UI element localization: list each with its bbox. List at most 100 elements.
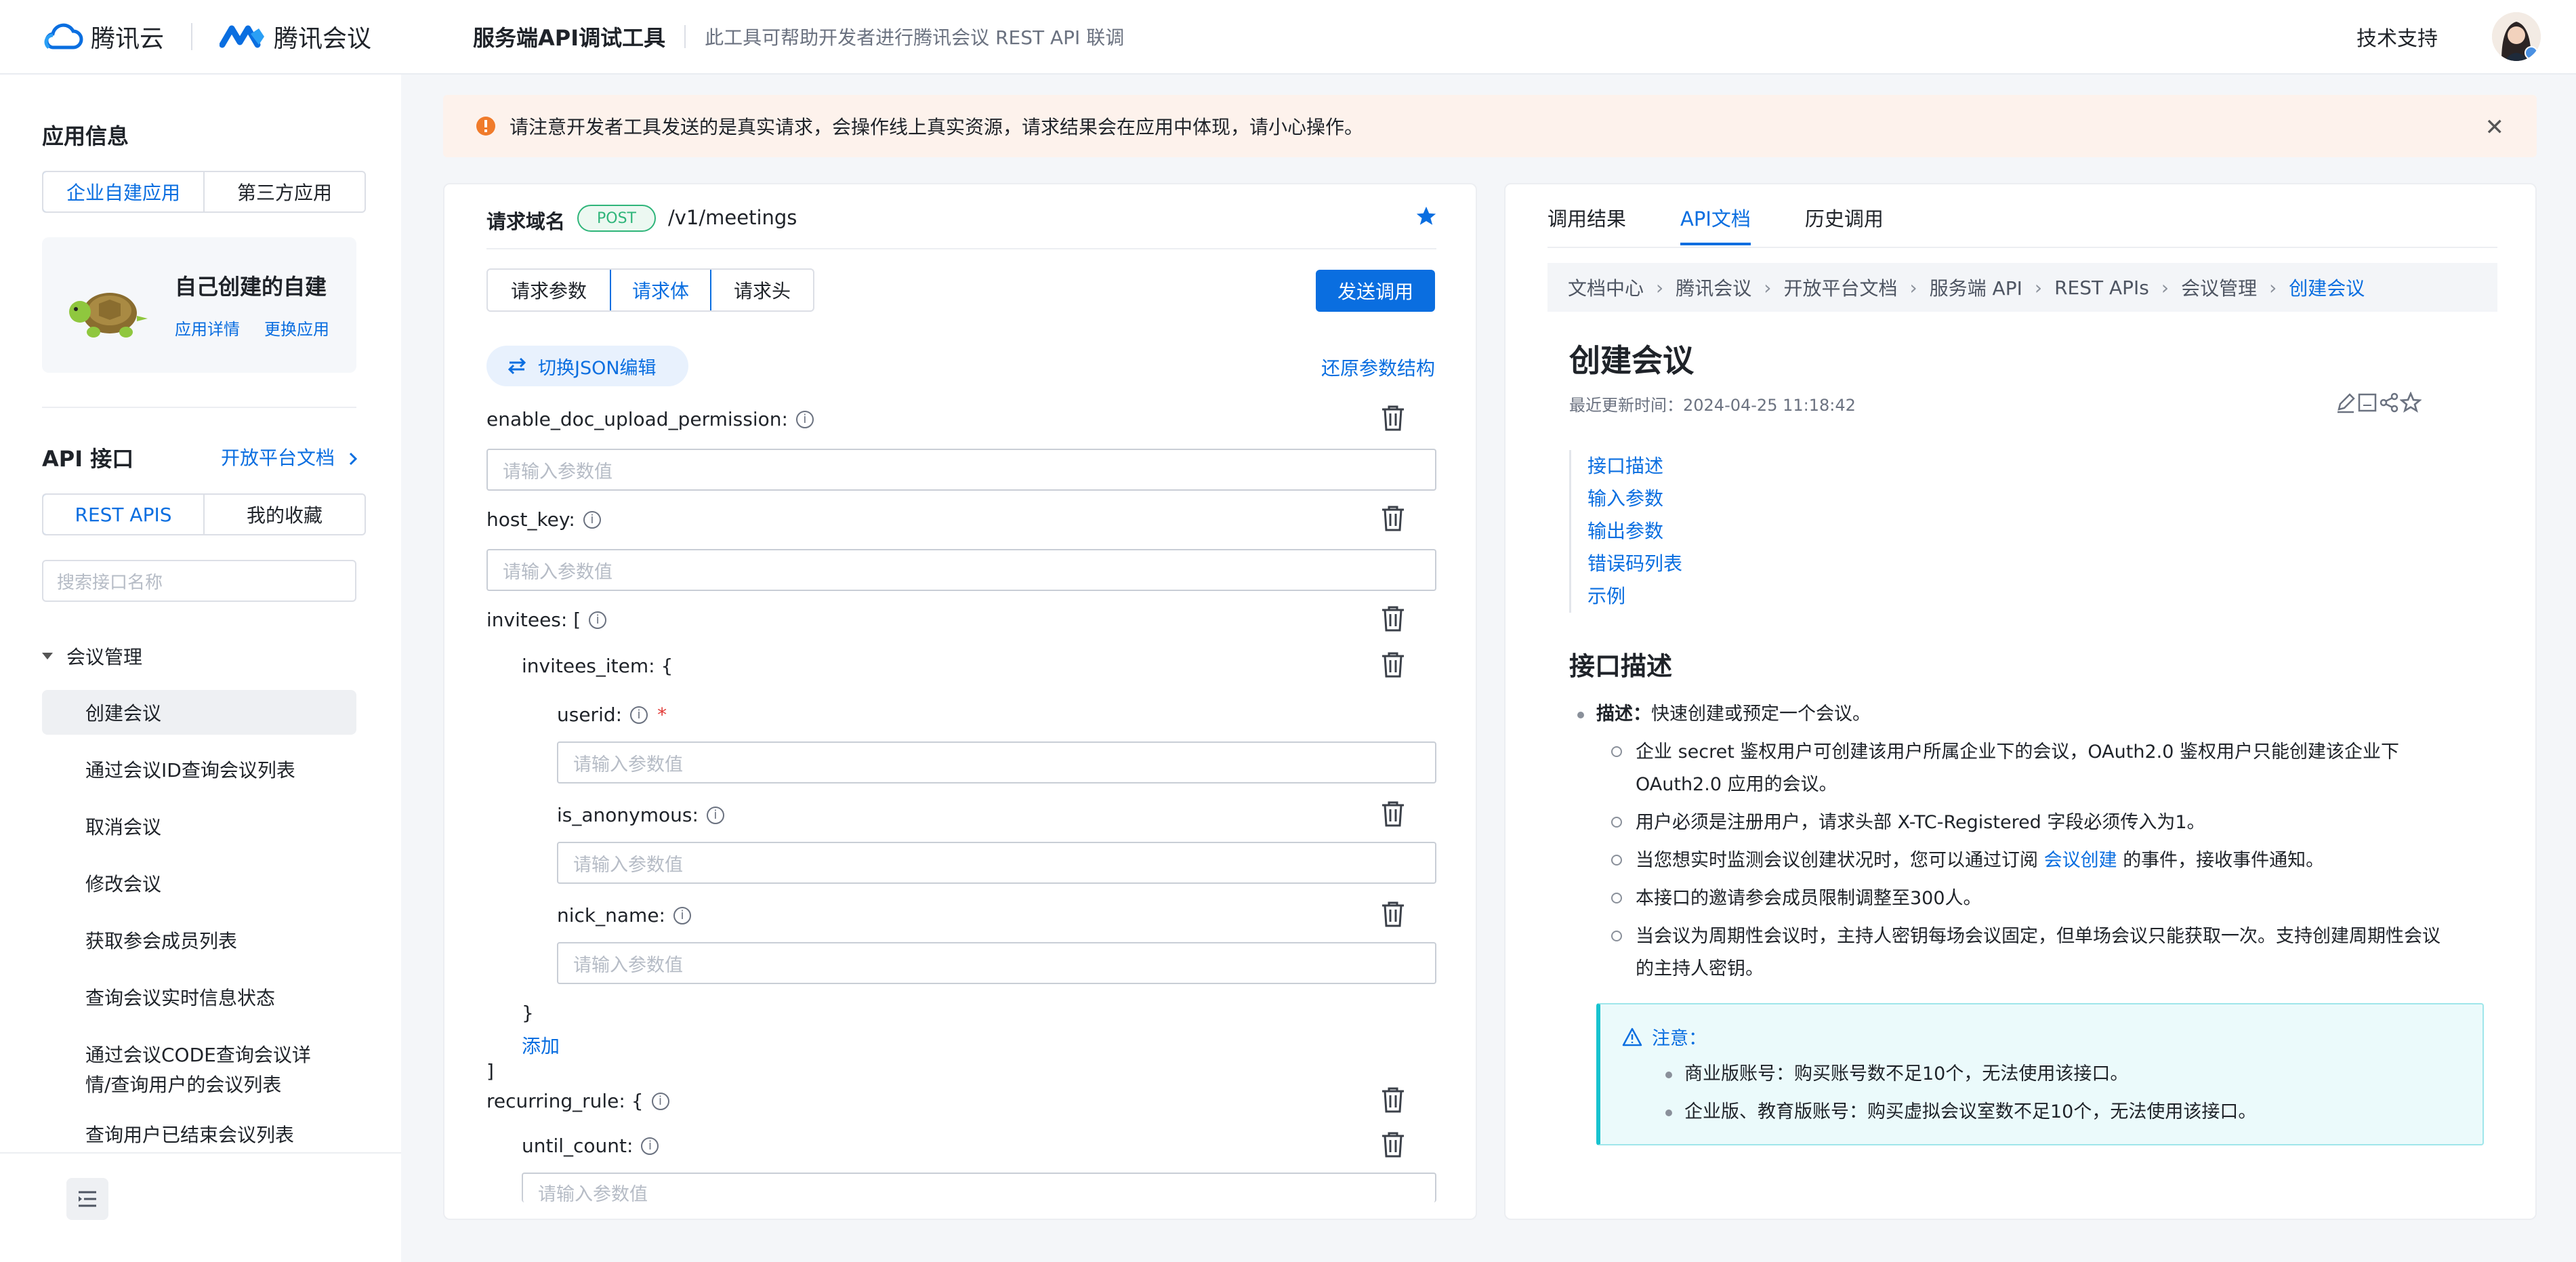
share-icon[interactable] bbox=[2378, 392, 2400, 413]
sidebar-item-create-meeting[interactable]: 创建会议 bbox=[42, 690, 356, 735]
trash-icon[interactable] bbox=[1379, 1131, 1407, 1159]
brand-divider bbox=[191, 23, 193, 50]
tab-request-headers[interactable]: 请求头 bbox=[711, 270, 813, 310]
app-info-title: 应用信息 bbox=[42, 123, 129, 149]
toc-item[interactable]: 输出参数 bbox=[1587, 515, 1682, 548]
alert-triangle-icon bbox=[1622, 1027, 1642, 1046]
desc-label: 描述： bbox=[1596, 704, 1651, 725]
tech-support-link[interactable]: 技术支持 bbox=[2356, 22, 2438, 52]
favorite-star-icon[interactable] bbox=[1415, 205, 1438, 228]
toc-item[interactable]: 接口描述 bbox=[1587, 450, 1682, 483]
change-app-link[interactable]: 更换应用 bbox=[264, 316, 329, 340]
trash-icon[interactable] bbox=[1379, 1086, 1407, 1114]
brand-tencent-meeting: 腾讯会议 bbox=[274, 25, 372, 53]
section-title: 接口描述 bbox=[1569, 651, 1673, 681]
trash-icon[interactable] bbox=[1379, 605, 1407, 633]
bullet-circle bbox=[1611, 854, 1622, 866]
platform-doc-link[interactable]: 开放平台文档 bbox=[221, 443, 360, 470]
tab-third-party-app[interactable]: 第三方应用 bbox=[203, 172, 365, 211]
host-key-input[interactable]: 请输入参数值 bbox=[486, 549, 1436, 591]
info-icon[interactable]: i bbox=[651, 1092, 669, 1110]
sidebar-item-query-by-id[interactable]: 通过会议ID查询会议列表 bbox=[42, 747, 356, 792]
app-card: 自己创建的自建 应用详情 更换应用 bbox=[42, 237, 356, 373]
send-request-button[interactable]: 发送调用 bbox=[1316, 270, 1435, 312]
desc-sub-text: 企业 secret 鉴权用户可创建该用户所属企业下的会议，OAuth2.0 鉴权… bbox=[1636, 741, 2399, 762]
sidebar-item-cancel-meeting[interactable]: 取消会议 bbox=[42, 804, 356, 849]
userid-input[interactable]: 请输入参数值 bbox=[557, 741, 1436, 783]
trash-icon[interactable] bbox=[1379, 900, 1407, 929]
desc-sub-item: 企业 secret 鉴权用户可创建该用户所属企业下的会议，OAuth2.0 鉴权… bbox=[1611, 736, 2485, 801]
tab-api-doc[interactable]: API文档 bbox=[1680, 203, 1751, 245]
field-name: enable_doc_upload_permission: bbox=[486, 408, 788, 430]
info-icon[interactable]: i bbox=[583, 510, 601, 529]
notice-item-text: 企业版、教育版账号：购买虚拟会议室数不足10个，无法使用该接口。 bbox=[1684, 1101, 2257, 1122]
http-method-badge: POST bbox=[577, 205, 656, 232]
trash-icon[interactable] bbox=[1379, 504, 1407, 533]
nick-name-input[interactable]: 请输入参数值 bbox=[557, 942, 1436, 984]
sidebar-item-modify-meeting[interactable]: 修改会议 bbox=[42, 861, 356, 905]
field-label-host-key: host_key: i bbox=[486, 508, 601, 531]
tab-call-result[interactable]: 调用结果 bbox=[1547, 203, 1626, 245]
sidebar: 应用信息 企业自建应用 第三方应用 自己创建的自建 应用详情 更换应用 API … bbox=[0, 75, 401, 1262]
sidebar-item-ended-meetings[interactable]: 查询用户已结束会议列表 bbox=[42, 1118, 356, 1149]
sidebar-item-realtime-status[interactable]: 查询会议实时信息状态 bbox=[42, 975, 356, 1019]
field-name: nick_name: bbox=[557, 904, 665, 927]
info-icon[interactable]: i bbox=[589, 611, 607, 629]
desc-sub-text: 当会议为周期性会议时，主持人密钥每场会议固定，但单场会议只能获取一次。支持创建周… bbox=[1636, 926, 2440, 947]
enable-doc-input[interactable]: 请输入参数值 bbox=[486, 449, 1436, 491]
info-icon[interactable]: i bbox=[641, 1137, 659, 1155]
add-invitee-link[interactable]: 添加 bbox=[522, 1032, 560, 1059]
breadcrumb-item[interactable]: 文档中心 bbox=[1568, 274, 1644, 301]
tab-request-body[interactable]: 请求体 bbox=[610, 270, 711, 310]
group-meeting-management[interactable]: 会议管理 bbox=[42, 643, 142, 670]
star-outline-icon[interactable] bbox=[2400, 392, 2422, 413]
breadcrumb-item[interactable]: 服务端 API bbox=[1930, 274, 2022, 301]
sidebar-item-query-by-code-line1[interactable]: 通过会议CODE查询会议详 bbox=[42, 1038, 356, 1070]
field-name: is_anonymous: bbox=[557, 804, 699, 826]
until-count-input[interactable]: 请输入参数值 bbox=[522, 1173, 1436, 1205]
info-icon[interactable]: i bbox=[673, 906, 691, 924]
toggle-json-label: 切换JSON编辑 bbox=[538, 357, 657, 379]
tab-history[interactable]: 历史调用 bbox=[1805, 203, 1884, 245]
sidebar-item-query-by-code-line2[interactable]: 情/查询用户的会议列表 bbox=[42, 1068, 356, 1099]
info-icon[interactable]: i bbox=[795, 410, 814, 428]
avatar[interactable] bbox=[2492, 12, 2541, 61]
close-icon[interactable]: ✕ bbox=[2485, 114, 2505, 141]
desc-bullet: 描述：快速创建或预定一个会议。 bbox=[1577, 698, 1871, 731]
field-label-invitees-item: invitees_item: { bbox=[522, 655, 673, 677]
meeting-created-event-link[interactable]: 会议创建 bbox=[2044, 850, 2117, 871]
is-anonymous-input[interactable]: 请输入参数值 bbox=[557, 842, 1436, 884]
api-search-input[interactable]: 搜索接口名称 bbox=[42, 560, 356, 602]
breadcrumb-item[interactable]: 会议管理 bbox=[2181, 274, 2257, 301]
breadcrumb-item[interactable]: REST APIs bbox=[2054, 277, 2149, 299]
desc-sub-item: 当会议为周期性会议时，主持人密钥每场会议固定，但单场会议只能获取一次。支持创建周… bbox=[1611, 920, 2485, 985]
collapse-sidebar-button[interactable] bbox=[66, 1178, 108, 1220]
trash-icon[interactable] bbox=[1379, 651, 1407, 679]
chevron-right-icon: › bbox=[2269, 276, 2277, 299]
breadcrumb-item[interactable]: 腾讯会议 bbox=[1676, 274, 1751, 301]
breadcrumb-item[interactable]: 开放平台文档 bbox=[1783, 274, 1897, 301]
app-detail-link[interactable]: 应用详情 bbox=[175, 316, 240, 340]
sidebar-item-participants[interactable]: 获取参会成员列表 bbox=[42, 918, 356, 962]
tab-enterprise-app[interactable]: 企业自建应用 bbox=[43, 172, 205, 211]
edit-icon[interactable] bbox=[2335, 392, 2356, 413]
tab-request-params[interactable]: 请求参数 bbox=[488, 270, 610, 310]
trash-icon[interactable] bbox=[1379, 800, 1407, 828]
toc-item[interactable]: 示例 bbox=[1587, 580, 1682, 613]
trash-icon[interactable] bbox=[1379, 404, 1407, 432]
desc-sub-text: 用户必须是注册用户，请求头部 X-TC-Registered 字段必须传入为1。 bbox=[1636, 812, 2205, 833]
warning-icon bbox=[476, 117, 495, 136]
toc-item[interactable]: 错误码列表 bbox=[1587, 548, 1682, 580]
toc-item[interactable]: 输入参数 bbox=[1587, 483, 1682, 515]
tool-title: 服务端API调试工具 bbox=[473, 25, 666, 51]
restore-structure-link[interactable]: 还原参数结构 bbox=[1321, 354, 1435, 381]
doc-title: 创建会议 bbox=[1569, 342, 1694, 379]
doc-tabs: 调用结果 API文档 历史调用 bbox=[1547, 203, 1938, 245]
info-icon[interactable]: i bbox=[630, 706, 648, 724]
tab-rest-apis[interactable]: REST APIS bbox=[43, 495, 205, 534]
breadcrumb-current[interactable]: 创建会议 bbox=[2289, 274, 2365, 301]
tab-my-favorites[interactable]: 我的收藏 bbox=[203, 495, 365, 534]
info-icon[interactable]: i bbox=[706, 806, 724, 824]
pdf-icon[interactable] bbox=[2356, 392, 2378, 413]
toggle-json-edit-button[interactable]: 切换JSON编辑 bbox=[486, 346, 688, 386]
